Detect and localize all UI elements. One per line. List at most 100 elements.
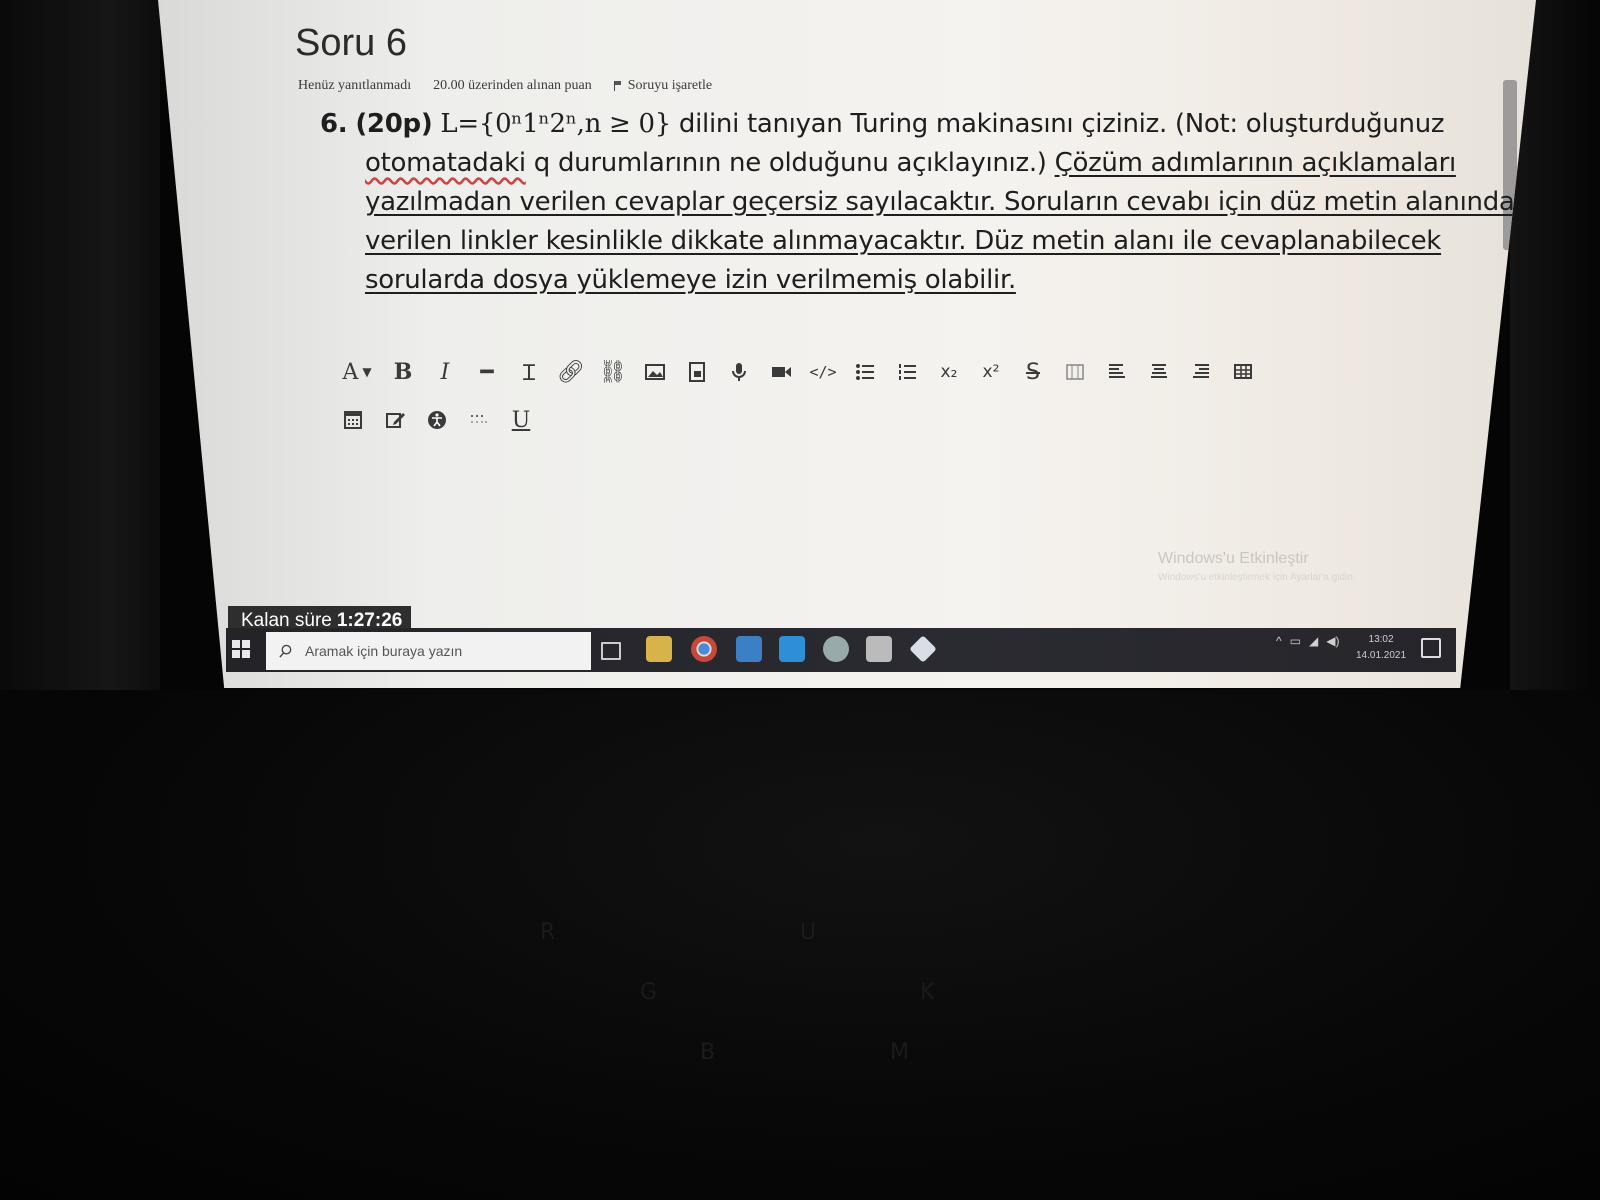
chevron-up-icon[interactable]: ^ (1276, 634, 1282, 648)
screen: Soru 6 Henüz yanıtlanmadı 20.00 üzerinde… (158, 0, 1536, 688)
align-left-button[interactable] (1096, 355, 1138, 389)
editor-toolbar-row2: U (332, 403, 542, 437)
bold-button[interactable]: B (382, 355, 424, 389)
bullet-list-button[interactable] (844, 355, 886, 389)
bullet-list-icon (856, 364, 874, 380)
font-icon: A (342, 359, 359, 385)
windows-start-icon[interactable] (232, 640, 250, 658)
taskbar-clock[interactable]: 13:02 14.01.2021 (1356, 632, 1406, 664)
watermark-subtitle: Windows'u etkinleştirmek için Ayarlar'a … (1158, 572, 1356, 583)
question-line2-b: q durumlarının ne olduğunu açıklayınız.) (533, 148, 1047, 178)
accessibility-checker-button[interactable] (416, 403, 458, 437)
strikethrough-icon: S (1026, 359, 1040, 385)
answer-editor[interactable]: A ▼ B I ━ Ɪ 🔗︎ ⛓ </> x₂ x² S U (318, 345, 1358, 450)
whatsapp-icon[interactable] (823, 636, 849, 662)
clock-date: 14.01.2021 (1356, 650, 1407, 661)
twitter-icon[interactable] (779, 636, 805, 662)
horizontal-rule-button[interactable]: ━ (466, 355, 508, 389)
record-audio-button[interactable] (718, 355, 760, 389)
chart-app-icon[interactable] (866, 636, 892, 662)
clear-format-button[interactable]: Ɪ (508, 355, 550, 389)
question-points: 20.00 üzerinden alınan puan (433, 78, 592, 93)
numbered-list-button[interactable] (886, 355, 928, 389)
search-icon (279, 644, 292, 658)
volume-icon[interactable]: ◀) (1326, 634, 1339, 648)
question-line1: dilini tanıyan Turing makinasını çiziniz… (678, 109, 1445, 139)
unlink-button[interactable]: ⛓ (592, 355, 634, 389)
question-line5: sorularda dosya yüklemeye izin verilmemi… (365, 265, 1016, 295)
italic-icon: I (440, 359, 450, 385)
superscript-button[interactable]: x² (970, 355, 1012, 389)
special-chars-icon (471, 415, 487, 423)
table-icon (1234, 364, 1252, 379)
instagram-icon[interactable] (736, 636, 762, 662)
language-expression: L={0ⁿ1ⁿ2ⁿ,n ≥ 0} (440, 109, 671, 139)
question-status: Henüz yanıtlanmadı (298, 78, 412, 93)
columns-button[interactable] (1054, 355, 1096, 389)
media-icon (689, 362, 705, 382)
special-characters-button[interactable] (458, 403, 500, 437)
network-icon[interactable]: ◢ (1309, 634, 1318, 648)
accessibility-icon (428, 411, 446, 429)
key-ghost: R (540, 920, 556, 945)
question-title: Soru 6 (295, 22, 407, 64)
equation-button[interactable] (332, 403, 374, 437)
watermark-title: Windows'u Etkinleştir (1158, 550, 1309, 567)
taskbar-search-box[interactable]: Aramak için buraya yazın (266, 632, 591, 670)
columns-icon (1066, 364, 1084, 380)
battery-icon[interactable]: ▭ (1290, 634, 1301, 648)
key-ghost: G (640, 980, 658, 1005)
numbered-list-icon (899, 364, 916, 380)
record-video-button[interactable] (760, 355, 802, 389)
underline-button[interactable]: U (500, 403, 542, 437)
italic-button[interactable]: I (424, 355, 466, 389)
question-meta: Henüz yanıtlanmadı 20.00 üzerinden alına… (298, 78, 712, 94)
key-ghost: U (800, 920, 817, 945)
notification-icon[interactable] (1421, 638, 1441, 658)
code-icon: </> (809, 363, 837, 381)
link-icon: 🔗︎ (557, 359, 585, 385)
horizontal-rule-icon: ━ (480, 359, 494, 385)
question-text: 6. (20p) L={0ⁿ1ⁿ2ⁿ,n ≥ 0} dilini tanıyan… (320, 105, 1515, 300)
system-tray: ^ ▭ ◢ ◀) (1276, 634, 1339, 648)
image-button[interactable] (634, 355, 676, 389)
edit-icon (386, 413, 405, 428)
file-explorer-icon[interactable] (646, 636, 672, 662)
flag-question-label: Soruyu işaretle (627, 78, 713, 93)
task-view-icon[interactable] (601, 642, 621, 660)
manage-files-button[interactable] (374, 403, 416, 437)
question-line2-c: Çözüm adımlarının açıklamaları (1054, 148, 1457, 178)
align-right-button[interactable] (1180, 355, 1222, 389)
media-button[interactable] (676, 355, 718, 389)
font-menu-button[interactable]: A ▼ (332, 355, 382, 389)
underline-icon: U (511, 407, 531, 433)
table-button[interactable] (1222, 355, 1264, 389)
align-center-button[interactable] (1138, 355, 1180, 389)
question-line4: verilen linkler kesinlikle dikkate alınm… (365, 226, 1442, 256)
image-icon (645, 364, 665, 380)
subscript-button[interactable]: x₂ (928, 355, 970, 389)
question-line2-a: otomatadaki (365, 148, 526, 178)
search-placeholder: Aramak için buraya yazın (305, 643, 463, 659)
align-left-icon (1109, 364, 1125, 378)
cube-app-icon[interactable] (909, 635, 937, 663)
strikethrough-button[interactable]: S (1012, 355, 1054, 389)
microphone-icon (732, 363, 746, 381)
editor-toolbar-row1: A ▼ B I ━ Ɪ 🔗︎ ⛓ </> x₂ x² S (332, 355, 1264, 389)
unlink-icon: ⛓ (599, 359, 627, 385)
clock-time: 13:02 (1368, 634, 1394, 645)
align-center-icon (1151, 364, 1167, 378)
keyboard-area: R U G K B M (0, 690, 1600, 1200)
superscript-icon: x² (982, 362, 1000, 382)
bold-icon: B (393, 359, 413, 385)
subscript-icon: x₂ (940, 362, 958, 382)
align-right-icon (1193, 364, 1209, 378)
chrome-icon[interactable] (691, 636, 717, 662)
link-button[interactable]: 🔗︎ (550, 355, 592, 389)
flag-question-link[interactable]: Soruyu işaretle (613, 78, 713, 94)
question-number: 6. (320, 109, 348, 139)
html-source-button[interactable]: </> (802, 355, 844, 389)
key-ghost: M (890, 1040, 909, 1065)
chevron-down-icon: ▼ (362, 365, 372, 379)
key-ghost: K (920, 980, 935, 1005)
